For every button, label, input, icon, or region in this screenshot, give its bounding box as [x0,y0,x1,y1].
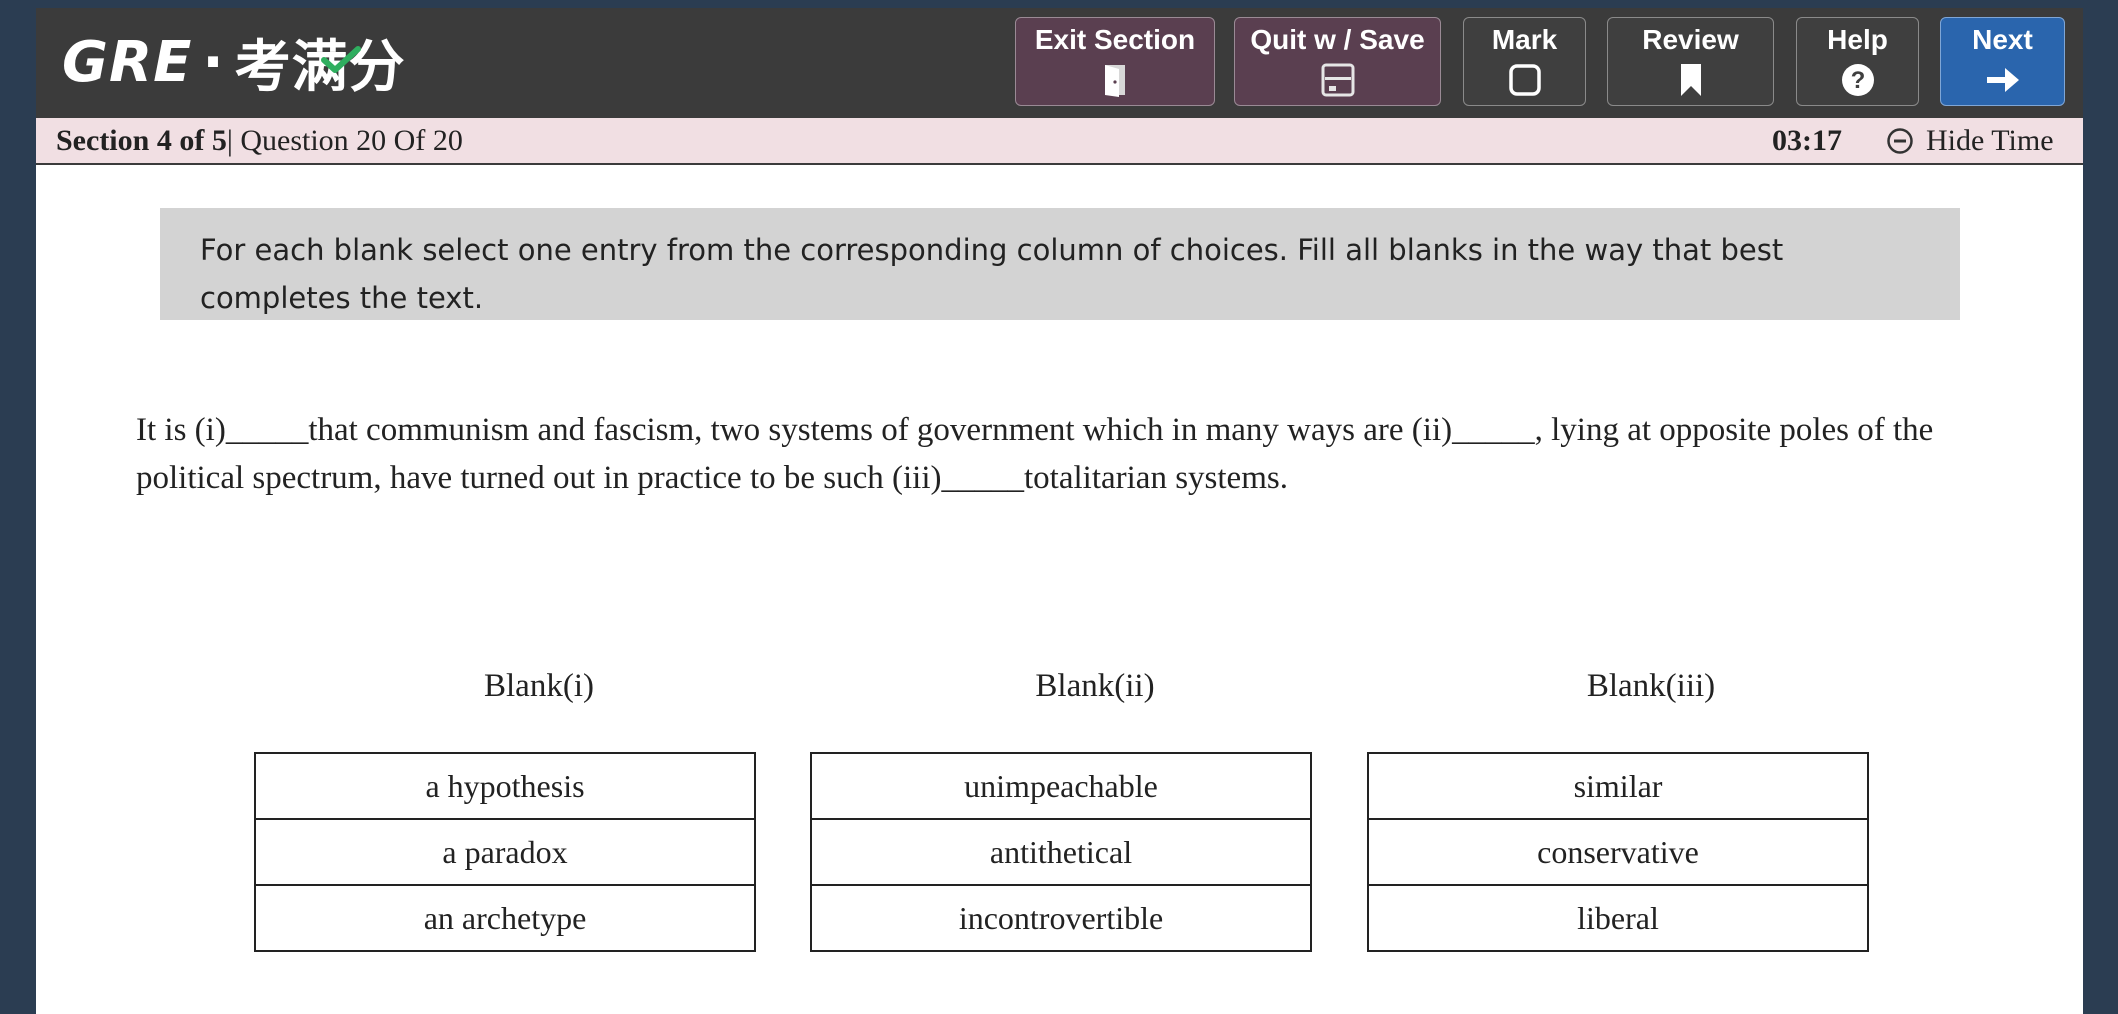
checkbox-icon [1508,64,1541,96]
blank-i: _____ [225,412,309,448]
mark-label: Mark [1491,24,1558,55]
question-number: Question 20 Of 20 [232,124,463,157]
question-circle-icon: ? [1841,64,1874,96]
blank-i-choices: a hypothesis a paradox an archetype [254,752,756,952]
blank-iii: _____ [941,460,1025,496]
section-info: Section 4 of 5| Question 20 Of 20 [56,124,463,158]
toolbar: GRE · 考满分 Exit Section Quit w / Save Mar… [36,8,2083,118]
review-label: Review [1642,24,1739,55]
question-part-1: It is (i) [136,412,226,448]
section-number: Section 4 of 5 [56,124,227,157]
review-button[interactable]: Review [1607,17,1774,106]
minus-circle-icon [1887,128,1913,154]
next-button[interactable]: Next [1940,17,2065,106]
blank-ii: _____ [1452,412,1535,448]
choice-a-hypothesis[interactable]: a hypothesis [256,754,754,818]
logo-chinese: 考满分 [235,22,406,103]
logo-dot: · [202,29,225,95]
svg-text:?: ? [1850,67,1865,94]
blank-ii-heading: Blank(ii) [1035,668,1155,704]
hide-time-button[interactable]: Hide Time [1886,124,2054,158]
exit-section-button[interactable]: Exit Section [1015,17,1215,106]
door-exit-icon [1105,65,1125,97]
question-part-4: totalitarian systems. [1024,460,1288,496]
logo: GRE · 考满分 [62,29,406,100]
choice-antithetical[interactable]: antithetical [812,818,1310,884]
question-part-2: that communism and fascism, two systems … [308,412,1453,448]
blank-i-heading: Blank(i) [484,668,594,704]
help-button[interactable]: Help ? [1796,17,1919,106]
quit-save-label: Quit w / Save [1250,24,1425,55]
directions-text: For each blank select one entry from the… [200,233,1784,315]
choice-liberal[interactable]: liberal [1369,884,1867,950]
choice-incontrovertible[interactable]: incontrovertible [812,884,1310,950]
choice-a-paradox[interactable]: a paradox [256,818,754,884]
choice-similar[interactable]: similar [1369,754,1867,818]
question-text: It is (i)_____that communism and fascism… [136,406,2016,502]
help-label: Help [1827,24,1888,55]
check-icon [320,45,361,73]
exit-section-label: Exit Section [1034,24,1196,55]
directions-box: For each blank select one entry from the… [160,208,1960,320]
test-window: GRE · 考满分 Exit Section Quit w / Save Mar… [36,8,2083,1014]
arrow-right-icon [1986,68,2019,92]
choice-an-archetype[interactable]: an archetype [256,884,754,950]
mark-button[interactable]: Mark [1463,17,1586,106]
section-status-bar: Section 4 of 5| Question 20 Of 20 03:17 … [36,118,2083,165]
save-icon [1321,63,1354,97]
logo-text: GRE [62,29,193,95]
blank-iii-heading: Blank(iii) [1586,668,1716,704]
blank-ii-choices: unimpeachable antithetical incontroverti… [810,752,1312,952]
bookmark-icon [1680,64,1701,96]
quit-save-button[interactable]: Quit w / Save [1234,17,1441,106]
choice-conservative[interactable]: conservative [1369,818,1867,884]
choice-unimpeachable[interactable]: unimpeachable [812,754,1310,818]
blank-iii-choices: similar conservative liberal [1367,752,1869,952]
next-label: Next [1972,24,2033,55]
hide-time-label: Hide Time [1926,124,2054,157]
timer: 03:17 [1772,124,1842,157]
